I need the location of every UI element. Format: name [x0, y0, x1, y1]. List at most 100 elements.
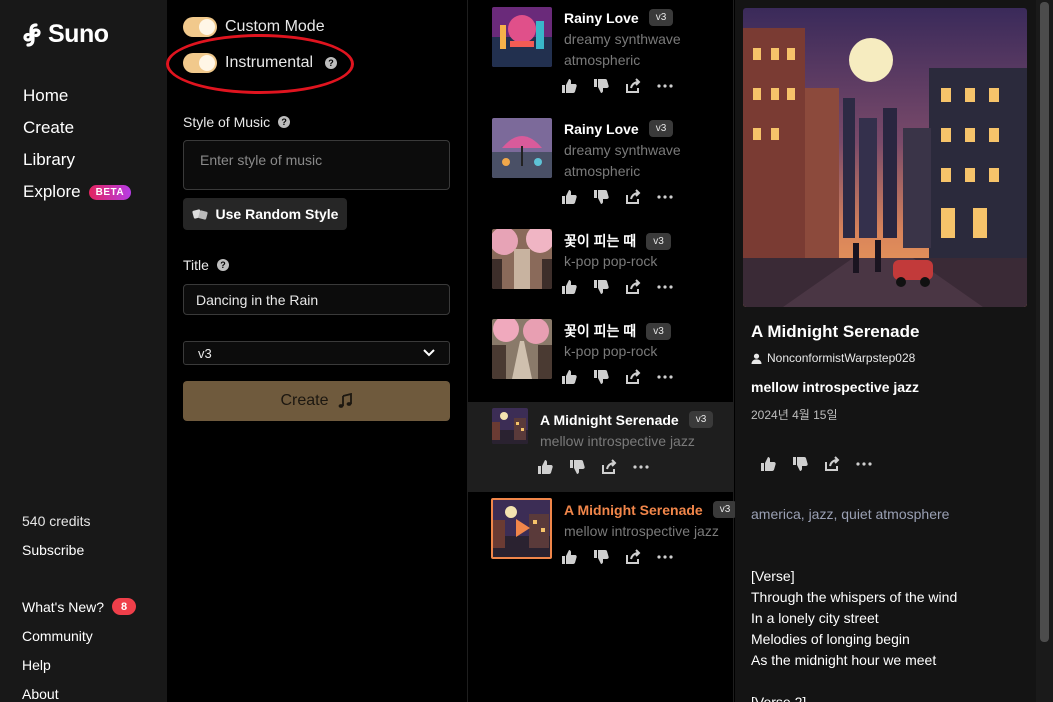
more-options-icon[interactable]	[855, 455, 873, 473]
nav-create[interactable]: Create	[23, 112, 131, 144]
instrumental-toggle[interactable]	[183, 53, 217, 73]
thumbs-down-icon[interactable]	[592, 188, 610, 206]
thumbs-up-icon[interactable]	[536, 458, 554, 476]
detail-title: A Midnight Serenade	[751, 322, 920, 341]
version-badge: v3	[648, 9, 674, 26]
list-item[interactable]: 꽃이 피는 때 v3 k-pop pop-rock	[468, 222, 734, 312]
toggle-knob	[199, 55, 215, 71]
thumbs-down-icon[interactable]	[592, 77, 610, 95]
share-icon[interactable]	[624, 548, 642, 566]
model-select[interactable]: v3	[183, 341, 450, 365]
nav-library[interactable]: Library	[23, 144, 131, 176]
list-item[interactable]: Rainy Love v3 dreamy synthwave atmospheric	[468, 0, 734, 93]
nav-explore[interactable]: Explore BETA	[23, 176, 132, 208]
chevron-down-icon	[423, 349, 435, 357]
model-value: v3	[198, 345, 212, 361]
about-link[interactable]: About	[22, 679, 136, 702]
song-thumbnail	[492, 118, 552, 178]
nav-explore-label: Explore	[23, 182, 81, 201]
song-title[interactable]: 꽃이 피는 때 v3	[564, 231, 671, 251]
song-tag: mellow introspective jazz	[540, 433, 695, 449]
cover-art[interactable]	[743, 8, 1027, 307]
share-icon[interactable]	[600, 458, 618, 476]
nav-library-label: Library	[23, 150, 75, 169]
detail-tags[interactable]: america, jazz, quiet atmosphere	[751, 506, 949, 522]
subscribe-link[interactable]: Subscribe	[22, 542, 84, 558]
thumbs-down-icon[interactable]	[791, 455, 809, 473]
song-tag: dreamy synthwave	[564, 142, 681, 158]
more-options-icon[interactable]	[656, 278, 674, 296]
thumbs-up-icon[interactable]	[560, 188, 578, 206]
thumbs-up-icon[interactable]	[560, 548, 578, 566]
song-actions	[560, 188, 674, 206]
help-link[interactable]: Help	[22, 650, 136, 679]
whats-new-link[interactable]: What's New? 8	[22, 592, 137, 621]
about-label: About	[22, 685, 59, 702]
thumbs-down-icon[interactable]	[592, 278, 610, 296]
share-icon[interactable]	[624, 278, 642, 296]
song-title[interactable]: Rainy Love v3	[564, 120, 674, 137]
help-icon[interactable]: ?	[278, 116, 291, 128]
more-options-icon[interactable]	[656, 77, 674, 95]
song-thumbnail	[492, 408, 528, 444]
thumbs-up-icon[interactable]	[560, 368, 578, 386]
help-icon[interactable]: ?	[325, 57, 338, 69]
scrollbar-thumb[interactable]	[1040, 2, 1049, 642]
share-icon[interactable]	[624, 368, 642, 386]
song-title[interactable]: 꽃이 피는 때 v3	[564, 321, 671, 341]
thumbs-down-icon[interactable]	[568, 458, 586, 476]
title-input[interactable]: Dancing in the Rain	[183, 284, 450, 315]
more-options-icon[interactable]	[632, 458, 650, 476]
more-options-icon[interactable]	[656, 368, 674, 386]
nav-create-label: Create	[23, 118, 75, 137]
song-tags: mellow introspective jazz	[564, 521, 719, 542]
brand-name: Suno	[48, 20, 109, 48]
custom-mode-toggle[interactable]	[183, 17, 217, 37]
share-icon[interactable]	[823, 455, 841, 473]
song-title[interactable]: A Midnight Serenade v3	[564, 501, 738, 518]
logo[interactable]: Suno	[22, 20, 109, 49]
song-title[interactable]: A Midnight Serenade v3	[540, 411, 714, 428]
style-of-music-label: Style of Music ?	[183, 114, 291, 130]
song-tag: k-pop pop-rock	[564, 253, 658, 269]
thumbs-up-icon[interactable]	[759, 455, 777, 473]
community-label: Community	[22, 627, 93, 644]
style-of-music-input[interactable]: Enter style of music	[183, 140, 450, 190]
more-options-icon[interactable]	[656, 188, 674, 206]
style-placeholder: Enter style of music	[200, 152, 323, 168]
toggle-knob	[199, 19, 215, 35]
list-item[interactable]: 꽃이 피는 때 v3 k-pop pop-rock	[468, 312, 734, 402]
song-title[interactable]: Rainy Love v3	[564, 9, 674, 26]
more-options-icon[interactable]	[656, 548, 674, 566]
share-icon[interactable]	[624, 188, 642, 206]
song-actions	[536, 458, 650, 476]
thumbs-up-icon[interactable]	[560, 278, 578, 296]
list-item[interactable]: Rainy Love v3 dreamy synthwave atmospheric	[468, 111, 734, 204]
song-actions	[560, 368, 674, 386]
song-thumbnail	[492, 319, 552, 379]
title-value: Dancing in the Rain	[196, 292, 319, 308]
credits-count: 540 credits	[22, 513, 91, 529]
help-icon[interactable]: ?	[216, 259, 229, 271]
song-tag: dreamy synthwave	[564, 31, 681, 47]
song-tags: mellow introspective jazz	[540, 431, 695, 452]
thumbs-down-icon[interactable]	[592, 368, 610, 386]
detail-author[interactable]: NonconformistWarpstep028	[751, 351, 915, 365]
suno-logo-icon	[23, 22, 41, 47]
detail-style: mellow introspective jazz	[751, 379, 920, 395]
use-random-style-button[interactable]: Use Random Style	[183, 198, 347, 230]
share-icon[interactable]	[624, 77, 642, 95]
thumbs-down-icon[interactable]	[592, 548, 610, 566]
music-note-icon	[338, 393, 352, 408]
list-item[interactable]: A Midnight Serenade v3 mellow introspecti…	[468, 402, 734, 492]
community-link[interactable]: Community	[22, 621, 136, 650]
song-tag: atmospheric	[564, 52, 641, 68]
instrumental-label: Instrumental	[225, 54, 314, 71]
nav-home[interactable]: Home	[23, 80, 131, 112]
create-button[interactable]: Create	[183, 381, 450, 421]
whats-new-label: What's New?	[22, 598, 105, 615]
song-tags: k-pop pop-rock	[564, 341, 657, 362]
list-item[interactable]: A Midnight Serenade v3 mellow introspecti…	[468, 492, 738, 582]
page-scrollbar[interactable]	[1036, 0, 1053, 702]
thumbs-up-icon[interactable]	[560, 77, 578, 95]
